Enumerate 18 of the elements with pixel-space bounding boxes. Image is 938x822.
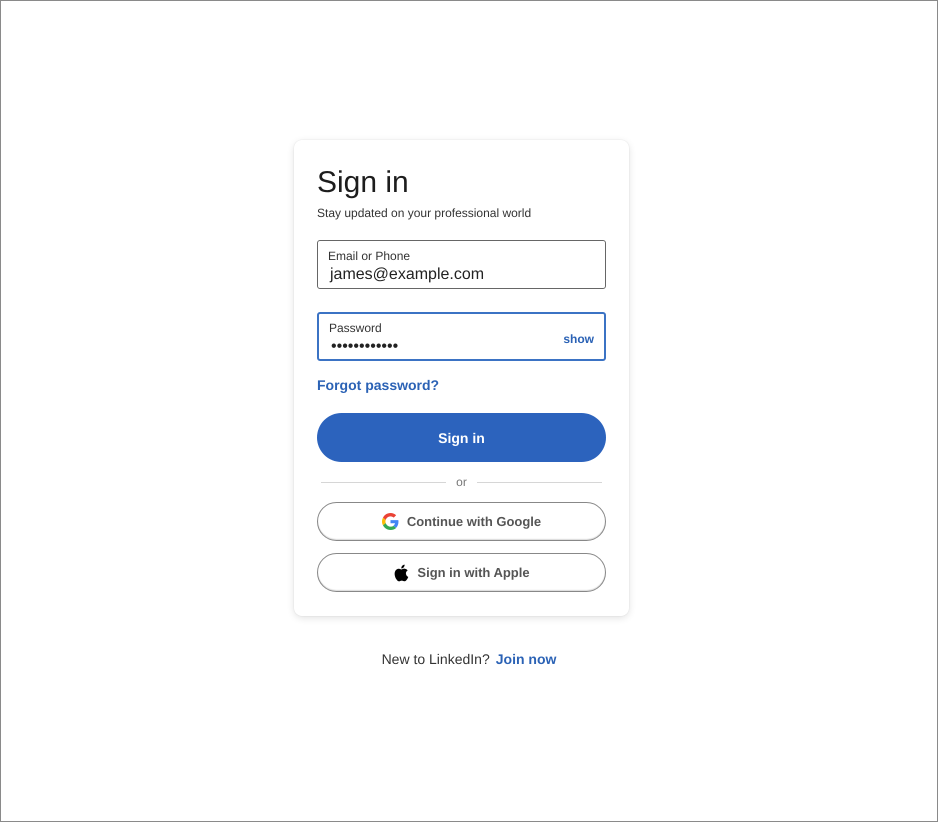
join-now-link[interactable]: Join now [496,651,556,667]
footer-text: New to LinkedIn? [382,651,490,667]
divider-text: or [456,475,467,489]
field-value: james@example.com [328,266,486,284]
input-field[interactable]: Email or Phone james@example.com [317,240,606,289]
apple-icon [393,564,410,582]
forgot-password-link[interactable]: Forgot password? [317,377,440,393]
field-value: •••••••••••• [330,338,400,356]
google-icon [382,513,399,530]
google-sign-in-button[interactable]: Continue with Google [317,502,606,541]
show-password-button[interactable]: show [563,332,594,346]
apple-sign-in-button[interactable]: Sign in with Apple [317,553,606,592]
sign-in-button[interactable]: Sign in [317,413,606,462]
page-title: Sign in [317,166,410,200]
input-field[interactable]: Password •••••••••••• show [317,312,606,361]
field-label: Email or Phone [328,249,412,263]
subtitle: Stay updated on your professional world [317,206,532,220]
field-label: Password [329,321,383,335]
